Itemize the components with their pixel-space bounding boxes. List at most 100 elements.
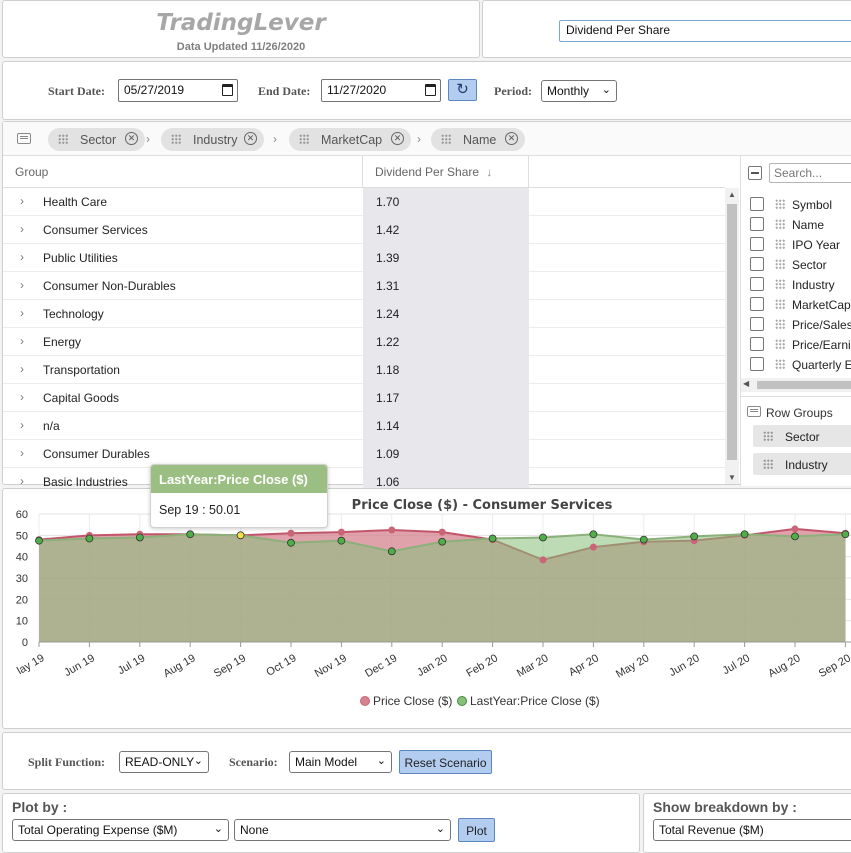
data-point[interactable] [841, 530, 850, 539]
drag-handle-icon[interactable] [763, 459, 773, 469]
column-option[interactable]: Quarterly Ea [747, 355, 851, 375]
plot-second-select[interactable]: None ⌄ [234, 819, 451, 841]
table-row[interactable]: › Health Care 1.70 [3, 188, 726, 216]
row-group-industry[interactable]: Industry [753, 453, 851, 475]
data-point[interactable] [690, 532, 699, 541]
column-option[interactable]: Industry [747, 275, 851, 295]
data-point[interactable] [287, 529, 295, 537]
column-option[interactable]: IPO Year [747, 235, 851, 255]
chevron-right-icon[interactable]: › [20, 362, 24, 376]
table-row[interactable]: › Transportation 1.18 [3, 356, 726, 384]
pivot-mode-icon[interactable] [17, 133, 31, 144]
column-option[interactable]: Price/Earnin [747, 335, 851, 355]
metric-search-input[interactable]: Dividend Per Share [559, 20, 851, 42]
drag-handle-icon[interactable] [763, 431, 773, 441]
chevron-right-icon[interactable]: › [20, 390, 24, 404]
drag-handle-icon[interactable] [775, 299, 785, 309]
table-row[interactable]: › Capital Goods 1.17 [3, 384, 726, 412]
drag-handle-icon[interactable] [58, 134, 68, 144]
pill-name[interactable]: Name ✕ [431, 128, 525, 151]
data-point[interactable] [488, 534, 497, 543]
columns-search-input[interactable]: Search... [769, 163, 851, 183]
data-point[interactable] [337, 536, 346, 545]
breakdown-select[interactable]: Total Revenue ($M) [653, 819, 851, 841]
data-point[interactable] [539, 556, 547, 564]
data-point[interactable] [387, 547, 396, 556]
plot-metric-select[interactable]: Total Operating Expense ($M) ⌄ [12, 819, 229, 841]
column-option[interactable]: Symbol [747, 195, 851, 215]
data-point[interactable] [438, 537, 447, 546]
column-checkbox[interactable] [750, 337, 764, 351]
data-point[interactable] [791, 532, 799, 541]
drag-handle-icon[interactable] [775, 199, 785, 209]
scenario-select[interactable]: Main Model ⌄ [289, 751, 392, 773]
split-function-select[interactable]: READ-ONLY ⌄ [119, 751, 209, 773]
data-point[interactable] [337, 528, 345, 536]
chevron-right-icon[interactable]: › [20, 334, 24, 348]
data-point[interactable] [791, 525, 799, 533]
data-point[interactable] [438, 528, 446, 536]
table-row[interactable]: › Consumer Services 1.42 [3, 216, 726, 244]
drag-handle-icon[interactable] [775, 279, 785, 289]
data-point[interactable] [589, 530, 598, 539]
chevron-right-icon[interactable]: › [20, 194, 24, 208]
calendar-icon[interactable] [425, 84, 436, 96]
remove-icon[interactable]: ✕ [125, 132, 138, 145]
chevron-right-icon[interactable]: › [20, 474, 24, 488]
data-point[interactable] [539, 533, 547, 542]
table-row[interactable]: › Public Utilities 1.39 [3, 244, 726, 272]
column-checkbox[interactable] [750, 317, 764, 331]
start-date-input[interactable]: 05/27/2019 [118, 79, 238, 102]
column-header-group[interactable]: Group [3, 156, 363, 188]
price-chart[interactable]: Price Close ($) - Consumer Services 0 10 2… [3, 489, 851, 730]
column-checkbox[interactable] [750, 197, 764, 211]
column-checkbox[interactable] [750, 217, 764, 231]
column-checkbox[interactable] [750, 257, 764, 271]
scrollbar-thumb[interactable] [757, 381, 851, 389]
data-point[interactable] [186, 530, 195, 539]
calendar-icon[interactable] [222, 84, 233, 96]
row-group-sector[interactable]: Sector [753, 425, 851, 447]
drag-handle-icon[interactable] [775, 319, 785, 329]
drag-handle-icon[interactable] [171, 134, 181, 144]
data-point[interactable] [388, 526, 396, 534]
data-point[interactable] [287, 538, 295, 547]
table-row[interactable]: › Consumer Durables 1.09 [3, 440, 726, 468]
end-date-input[interactable]: 11/27/2020 [321, 79, 441, 102]
drag-handle-icon[interactable] [441, 134, 451, 144]
column-checkbox[interactable] [750, 237, 764, 251]
data-point[interactable] [35, 536, 43, 545]
drag-handle-icon[interactable] [775, 239, 785, 249]
scroll-left-icon[interactable]: ◀ [743, 379, 749, 388]
scroll-up-icon[interactable]: ▲ [728, 190, 736, 199]
column-option[interactable]: MarketCap [747, 295, 851, 315]
data-point[interactable] [639, 535, 648, 544]
column-header-dividend[interactable]: Dividend Per Share ↓ [363, 156, 529, 188]
pill-industry[interactable]: Industry ✕ [161, 128, 264, 151]
drag-handle-icon[interactable] [775, 259, 785, 269]
column-option[interactable]: Sector [747, 255, 851, 275]
drag-handle-icon[interactable] [775, 339, 785, 349]
legend-label[interactable]: LastYear:Price Close ($) [470, 694, 600, 708]
column-option[interactable]: Name [747, 215, 851, 235]
pill-marketcap[interactable]: MarketCap ✕ [289, 128, 411, 151]
column-checkbox[interactable] [750, 357, 764, 371]
drag-handle-icon[interactable] [775, 359, 785, 369]
period-select[interactable]: Monthly ⌄ [541, 80, 617, 102]
data-point[interactable] [85, 534, 94, 543]
table-row[interactable]: › Energy 1.22 [3, 328, 726, 356]
column-checkbox[interactable] [750, 277, 764, 291]
reset-scenario-button[interactable]: Reset Scenario [399, 750, 492, 774]
remove-icon[interactable]: ✕ [244, 132, 257, 145]
table-row[interactable]: › Technology 1.24 [3, 300, 726, 328]
data-point[interactable] [236, 531, 245, 540]
chevron-right-icon[interactable]: › [20, 250, 24, 264]
column-checkbox[interactable] [750, 297, 764, 311]
data-point[interactable] [135, 533, 144, 542]
plot-button[interactable]: Plot [458, 818, 495, 842]
scroll-down-icon[interactable]: ▼ [728, 473, 736, 482]
column-option[interactable]: Price/Sales R [747, 315, 851, 335]
data-point[interactable] [740, 530, 749, 539]
pill-sector[interactable]: Sector ✕ [48, 128, 145, 151]
drag-handle-icon[interactable] [299, 134, 309, 144]
